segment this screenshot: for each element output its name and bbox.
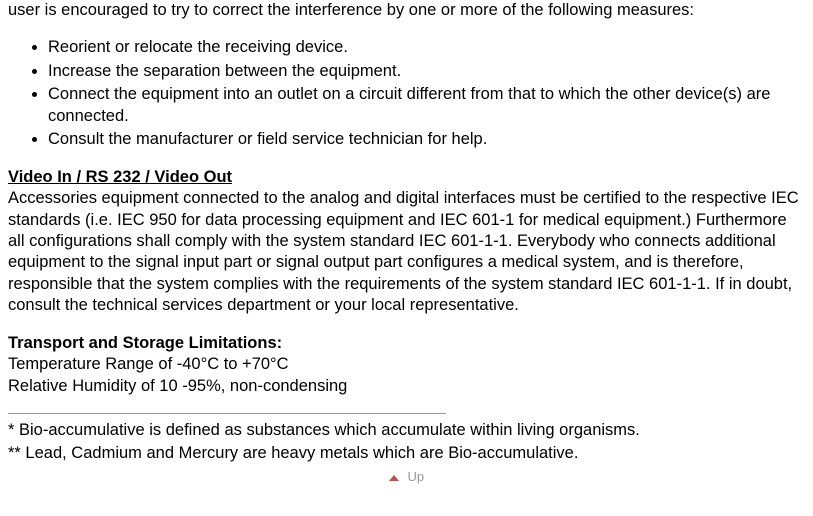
intro-text: user is encouraged to try to correct the… [8,0,805,21]
list-item: Reorient or relocate the receiving devic… [48,37,805,58]
section-body-video: Accessories equipment connected to the a… [8,188,805,317]
section-title-transport: Transport and Storage Limitations: [8,333,805,354]
section-title-video: Video In / RS 232 / Video Out [8,167,805,188]
measures-list: Reorient or relocate the receiving devic… [8,37,805,150]
transport-temperature: Temperature Range of -40°C to +70°C [8,354,805,375]
footnote-1: * Bio-accumulative is defined as substan… [8,420,805,441]
back-link[interactable]: Up [8,467,805,488]
list-item: Connect the equipment into an outlet on … [48,84,805,127]
list-item: Increase the separation between the equi… [48,61,805,82]
up-arrow-icon [389,475,399,481]
transport-humidity: Relative Humidity of 10 -95%, non-conden… [8,376,805,397]
divider [8,413,446,414]
back-link-label: Up [407,469,424,484]
list-item: Consult the manufacturer or field servic… [48,129,805,150]
footnote-2: ** Lead, Cadmium and Mercury are heavy m… [8,443,805,464]
